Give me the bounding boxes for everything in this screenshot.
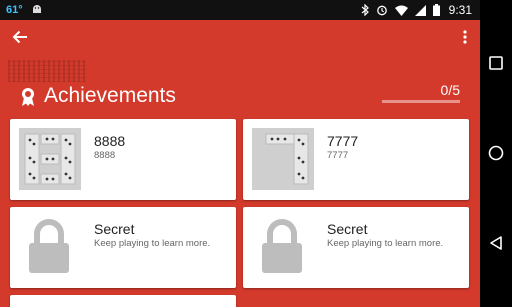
tile-8888-icon bbox=[19, 128, 81, 190]
battery-icon bbox=[432, 4, 440, 16]
achievement-card-partial[interactable] bbox=[10, 295, 236, 307]
back-button[interactable] bbox=[0, 20, 40, 58]
temperature-label: 61° bbox=[6, 4, 23, 16]
lock-icon bbox=[25, 219, 73, 280]
bluetooth-icon bbox=[361, 4, 369, 16]
achievement-card-locked[interactable]: Secret Keep playing to learn more. bbox=[243, 207, 469, 288]
achievement-name: Secret bbox=[94, 221, 135, 237]
progress-bar bbox=[382, 100, 460, 103]
android-icon bbox=[31, 3, 43, 18]
app-screen: 61° 9:31 Achievements 0/5 8888 8888 7777… bbox=[0, 0, 480, 307]
tile-7777-icon bbox=[252, 128, 314, 190]
achievement-name: 8888 bbox=[94, 133, 126, 149]
wifi-icon bbox=[394, 5, 408, 16]
app-bar bbox=[0, 20, 480, 58]
achievement-description: 7777 bbox=[327, 150, 349, 161]
achievement-card-locked[interactable]: Secret Keep playing to learn more. bbox=[10, 207, 236, 288]
home-circle-icon bbox=[488, 145, 504, 165]
clock-time: 9:31 bbox=[448, 3, 472, 17]
background-texture bbox=[8, 60, 86, 82]
achievement-card[interactable]: 8888 8888 bbox=[10, 119, 236, 200]
achievement-description: Keep playing to learn more. bbox=[94, 238, 211, 249]
home-button[interactable] bbox=[488, 145, 504, 161]
achievement-card[interactable]: 7777 7777 bbox=[243, 119, 469, 200]
signal-icon bbox=[414, 4, 426, 16]
progress-count: 0/5 bbox=[440, 82, 460, 98]
arrow-back-icon bbox=[12, 30, 28, 49]
achievement-name: Secret bbox=[327, 221, 368, 237]
overflow-menu-button[interactable] bbox=[450, 20, 480, 58]
system-back-button[interactable] bbox=[488, 235, 504, 251]
achievements-header: Achievements 0/5 bbox=[0, 80, 480, 114]
more-vert-icon bbox=[463, 29, 467, 49]
achievement-name: 7777 bbox=[327, 133, 359, 149]
status-bar: 61° 9:31 bbox=[0, 0, 480, 20]
alarm-icon bbox=[376, 4, 388, 16]
lock-icon bbox=[258, 219, 306, 280]
achievement-badge-icon bbox=[20, 87, 36, 112]
achievement-description: 8888 bbox=[94, 150, 116, 161]
navigation-bar bbox=[480, 0, 512, 307]
back-triangle-icon bbox=[488, 236, 504, 255]
recents-button[interactable] bbox=[488, 55, 504, 71]
achievement-description: Keep playing to learn more. bbox=[327, 238, 444, 249]
page-title: Achievements bbox=[44, 84, 176, 107]
recents-square-icon bbox=[488, 56, 504, 75]
